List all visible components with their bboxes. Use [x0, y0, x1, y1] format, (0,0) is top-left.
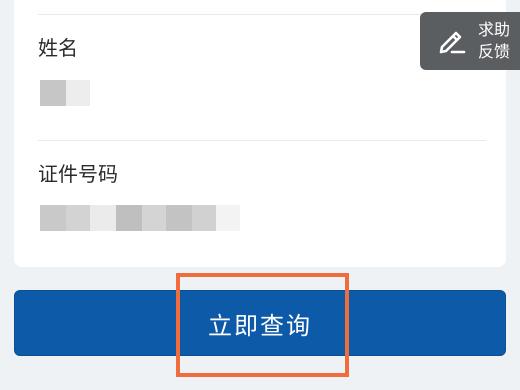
- divider-top: [38, 14, 486, 15]
- help-feedback-widget[interactable]: 求助 反馈: [420, 12, 520, 70]
- help-text-line2: 反馈: [478, 42, 511, 61]
- id-number-value-masked: [40, 205, 240, 231]
- help-text-line1: 求助: [478, 20, 511, 39]
- edit-icon: [434, 23, 470, 59]
- query-now-button[interactable]: 立即查询: [14, 290, 506, 356]
- help-feedback-text: 求助 反馈: [478, 19, 510, 63]
- divider-middle: [38, 140, 486, 141]
- name-value-masked: [40, 80, 90, 106]
- name-label: 姓名: [38, 36, 78, 60]
- query-now-label: 立即查询: [208, 311, 312, 340]
- id-number-label: 证件号码: [38, 162, 118, 186]
